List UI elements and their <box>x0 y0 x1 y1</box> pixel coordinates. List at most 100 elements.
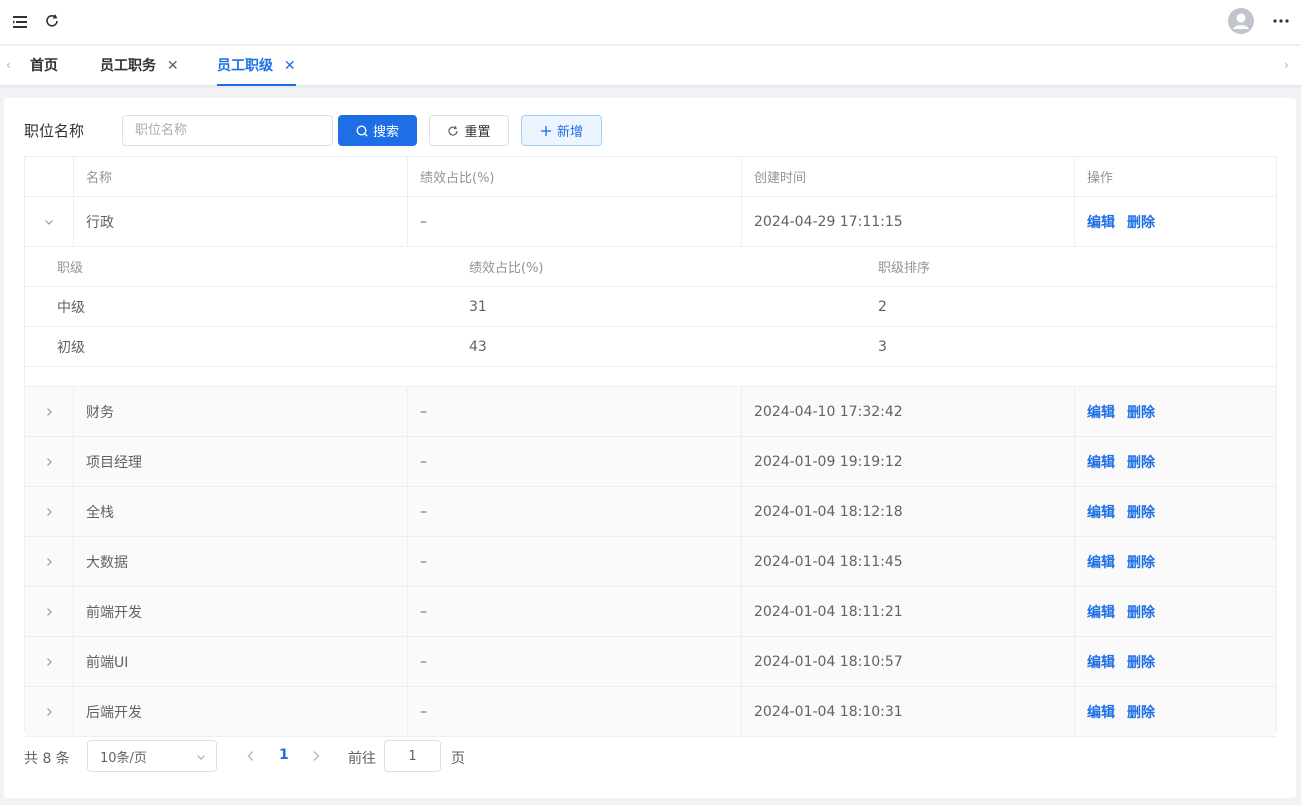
reset-button[interactable]: 重置 <box>429 115 509 146</box>
refresh-icon[interactable] <box>44 13 60 29</box>
row-actions: 编辑 删除 <box>1087 487 1167 536</box>
tab-label: 首页 <box>30 58 58 74</box>
page-size-select[interactable]: 10条/页 <box>87 740 217 772</box>
level-ratio: 43 <box>469 338 487 355</box>
edit-button[interactable]: 编辑 <box>1087 552 1115 572</box>
delete-button[interactable]: 删除 <box>1127 212 1155 232</box>
level-name: 初级 <box>57 339 85 356</box>
table-row: 前端开发 – 2024-01-04 18:11:21 编辑 删除 <box>25 587 1276 637</box>
level-order: 2 <box>878 298 887 315</box>
row-actions: 编辑 删除 <box>1087 387 1167 436</box>
table-row: 前端UI – 2024-01-04 18:10:57 编辑 删除 <box>25 637 1276 687</box>
delete-button[interactable]: 删除 <box>1127 402 1155 422</box>
sub-column-header: 职级排序 <box>878 261 931 276</box>
add-button[interactable]: 新增 <box>521 115 602 146</box>
created-time: 2024-04-29 17:11:15 <box>754 213 903 230</box>
pagination: 共 8 条 10条/页 1 前往 页 <box>24 740 724 772</box>
column-header-ratio[interactable]: 绩效占比(%) <box>420 157 495 196</box>
search-icon <box>356 125 368 137</box>
delete-button[interactable]: 删除 <box>1127 652 1155 672</box>
tab-employee-level[interactable]: 员工职级 ✕ <box>217 46 296 86</box>
sub-table-row: 初级 43 3 <box>25 327 1276 367</box>
tab-home[interactable]: 首页 <box>30 46 58 86</box>
tab-label: 员工职务 <box>100 58 156 74</box>
reset-icon <box>448 125 459 136</box>
more-icon[interactable] <box>1272 12 1290 30</box>
chevron-right-icon[interactable] <box>44 507 54 517</box>
created-time: 2024-01-04 18:10:31 <box>754 703 903 720</box>
row-actions: 编辑 删除 <box>1087 637 1167 686</box>
current-page[interactable]: 1 <box>279 747 289 763</box>
position-name: 全栈 <box>86 504 114 521</box>
chevron-down-icon[interactable] <box>44 217 54 227</box>
avatar-icon[interactable] <box>1228 8 1254 34</box>
delete-button[interactable]: 删除 <box>1127 552 1155 572</box>
performance-ratio: – <box>420 503 427 520</box>
performance-ratio: – <box>420 553 427 570</box>
chevron-right-icon[interactable] <box>44 557 54 567</box>
edit-button[interactable]: 编辑 <box>1087 702 1115 722</box>
table-row: 行政 – 2024-04-29 17:11:15 编辑 删除 <box>25 197 1276 247</box>
next-page-icon[interactable] <box>311 750 321 762</box>
close-icon[interactable]: ✕ <box>284 58 296 74</box>
level-order: 3 <box>878 338 887 355</box>
edit-button[interactable]: 编辑 <box>1087 452 1115 472</box>
prev-page-icon[interactable] <box>246 750 256 762</box>
position-name: 后端开发 <box>86 704 142 721</box>
sub-column-header: 绩效占比(%) <box>469 261 544 276</box>
level-ratio: 31 <box>469 298 487 315</box>
column-header-name[interactable]: 名称 <box>86 157 112 196</box>
delete-button[interactable]: 删除 <box>1127 452 1155 472</box>
created-time: 2024-01-04 18:12:18 <box>754 503 903 520</box>
edit-button[interactable]: 编辑 <box>1087 602 1115 622</box>
position-name-input[interactable] <box>122 115 333 146</box>
delete-button[interactable]: 删除 <box>1127 702 1155 722</box>
expanded-level-table: 职级 绩效占比(%) 职级排序 中级 31 2 初级 43 3 <box>25 247 1276 387</box>
chevron-right-icon[interactable] <box>44 657 54 667</box>
performance-ratio: – <box>420 213 427 230</box>
position-name: 前端UI <box>86 654 129 671</box>
goto-page-input[interactable] <box>384 740 441 772</box>
total-count: 共 8 条 <box>24 751 70 767</box>
delete-button[interactable]: 删除 <box>1127 502 1155 522</box>
search-button[interactable]: 搜索 <box>338 115 417 146</box>
performance-ratio: – <box>420 653 427 670</box>
performance-ratio: – <box>420 603 427 620</box>
edit-button[interactable]: 编辑 <box>1087 502 1115 522</box>
tabs-scroll-left-icon[interactable]: ‹ <box>6 58 18 72</box>
search-button-label: 搜索 <box>372 125 399 140</box>
delete-button[interactable]: 删除 <box>1127 602 1155 622</box>
performance-ratio: – <box>420 453 427 470</box>
table-row: 财务 – 2024-04-10 17:32:42 编辑 删除 <box>25 387 1276 437</box>
hamburger-icon[interactable] <box>12 14 28 30</box>
position-name: 行政 <box>86 214 114 231</box>
position-name: 前端开发 <box>86 604 142 621</box>
column-header-created[interactable]: 创建时间 <box>754 157 806 196</box>
chevron-right-icon[interactable] <box>44 457 54 467</box>
table-row: 项目经理 – 2024-01-09 19:19:12 编辑 删除 <box>25 437 1276 487</box>
add-button-label: 新增 <box>556 125 583 140</box>
created-time: 2024-01-04 18:10:57 <box>754 653 903 670</box>
main-card: 职位名称 搜索 重置 新增 名称 绩效占比(%) 创建时间 <box>4 98 1296 798</box>
chevron-right-icon[interactable] <box>44 407 54 417</box>
table-row: 全栈 – 2024-01-04 18:12:18 编辑 删除 <box>25 487 1276 537</box>
table-row: 大数据 – 2024-01-04 18:11:45 编辑 删除 <box>25 537 1276 587</box>
top-bar <box>0 0 1301 45</box>
position-name: 财务 <box>86 404 114 421</box>
edit-button[interactable]: 编辑 <box>1087 402 1115 422</box>
edit-button[interactable]: 编辑 <box>1087 652 1115 672</box>
chevron-right-icon[interactable] <box>44 607 54 617</box>
chevron-right-icon[interactable] <box>44 707 54 717</box>
tabs-scroll-right-icon[interactable]: › <box>1284 58 1296 72</box>
performance-ratio: – <box>420 703 427 720</box>
row-actions: 编辑 删除 <box>1087 437 1167 486</box>
table-header: 名称 绩效占比(%) 创建时间 操作 <box>25 157 1276 197</box>
close-icon[interactable]: ✕ <box>167 58 179 74</box>
edit-button[interactable]: 编辑 <box>1087 212 1115 232</box>
created-time: 2024-01-04 18:11:45 <box>754 553 903 570</box>
row-actions: 编辑 删除 <box>1087 197 1167 246</box>
sub-column-header: 职级 <box>57 261 84 276</box>
reset-button-label: 重置 <box>464 125 491 140</box>
column-header-actions: 操作 <box>1087 171 1114 186</box>
tab-employee-duty[interactable]: 员工职务 ✕ <box>100 46 179 86</box>
